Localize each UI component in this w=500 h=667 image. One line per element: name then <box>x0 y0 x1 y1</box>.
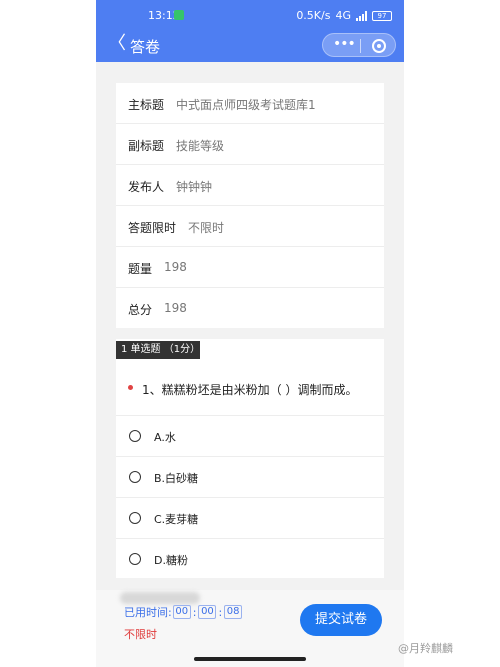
info-row-subtitle: 副标题 技能等级 <box>116 124 384 165</box>
info-label: 发布人 <box>128 180 165 194</box>
info-label: 副标题 <box>128 139 165 153</box>
info-value: 钟钟钟 <box>176 180 213 194</box>
info-value: 不限时 <box>188 221 225 235</box>
option-d[interactable]: D.糖粉 <box>116 539 384 580</box>
radio-icon[interactable] <box>129 512 141 524</box>
elapsed-label: 已用时间: <box>124 606 172 619</box>
network-speed: 0.5K/s <box>296 9 331 22</box>
elapsed-seconds: 08 <box>224 605 243 619</box>
info-row-publisher: 发布人 钟钟钟 <box>116 165 384 206</box>
info-label: 答题限时 <box>128 221 177 235</box>
watermark: @月羚麒麟 <box>398 642 453 655</box>
left-blank <box>0 0 96 667</box>
info-value: 技能等级 <box>176 139 225 153</box>
info-label: 题量 <box>128 262 153 276</box>
nav-bar: 〈 答卷 ••• <box>96 30 404 60</box>
info-label: 主标题 <box>128 98 165 112</box>
info-row-title: 主标题 中式面点师四级考试题库1 <box>116 83 384 124</box>
time-limit: 不限时 <box>124 628 157 641</box>
option-a[interactable]: A.水 <box>116 416 384 457</box>
blurred-content <box>120 592 200 604</box>
battery-icon: 97 <box>372 10 392 21</box>
close-target-icon[interactable] <box>372 39 386 53</box>
info-row-time-limit: 答题限时 不限时 <box>116 206 384 247</box>
option-label: D.糖粉 <box>154 554 188 567</box>
page-title: 答卷 <box>130 38 161 56</box>
phone-screen: 13:12 0.5K/s 4G 97 〈 答卷 ••• 主标题 中式面点师四级考… <box>96 0 404 667</box>
question-card: 1 单选题 （1分） 1、糕糕粉坯是由米粉加（ ）调制而成。 A.水 B.白砂糖… <box>116 339 384 578</box>
option-label: A.水 <box>154 431 176 444</box>
info-row-count: 题量 198 <box>116 247 384 288</box>
radio-icon[interactable] <box>129 430 141 442</box>
header: 13:12 0.5K/s 4G 97 〈 答卷 ••• <box>96 0 404 62</box>
time-colon: : <box>218 605 223 619</box>
option-label: B.白砂糖 <box>154 472 199 485</box>
info-value: 198 <box>164 301 187 315</box>
more-icon[interactable]: ••• <box>333 36 356 52</box>
capsule-divider <box>360 39 361 53</box>
info-value: 198 <box>164 260 187 274</box>
question-stem: 1、糕糕粉坯是由米粉加（ ）调制而成。 <box>142 383 358 397</box>
bottom-bar: 已用时间: 00:00:08 不限时 提交试卷 <box>96 590 404 667</box>
home-indicator[interactable] <box>194 657 306 661</box>
info-value: 中式面点师四级考试题库1 <box>176 98 316 112</box>
info-label: 总分 <box>128 303 153 317</box>
back-icon[interactable]: 〈 <box>108 34 126 54</box>
elapsed-time: 已用时间: 00:00:08 <box>124 604 243 620</box>
status-right: 0.5K/s 4G 97 <box>296 9 392 22</box>
miniprogram-capsule: ••• <box>322 33 396 57</box>
submit-button[interactable]: 提交试卷 <box>300 604 382 636</box>
info-row-score: 总分 198 <box>116 288 384 329</box>
network-type: 4G <box>335 9 351 22</box>
signal-icon <box>356 10 367 21</box>
elapsed-minutes: 00 <box>198 605 217 619</box>
notification-icon <box>174 10 184 20</box>
elapsed-hours: 00 <box>172 605 191 619</box>
status-bar: 13:12 0.5K/s 4G 97 <box>96 6 404 26</box>
option-c[interactable]: C.麦芽糖 <box>116 498 384 539</box>
option-b[interactable]: B.白砂糖 <box>116 457 384 498</box>
right-blank <box>404 0 500 667</box>
radio-icon[interactable] <box>129 471 141 483</box>
question-text: 1、糕糕粉坯是由米粉加（ ）调制而成。 <box>128 381 357 398</box>
option-label: C.麦芽糖 <box>154 513 199 526</box>
exam-info-card: 主标题 中式面点师四级考试题库1 副标题 技能等级 发布人 钟钟钟 答题限时 不… <box>116 83 384 328</box>
radio-icon[interactable] <box>129 553 141 565</box>
time-colon: : <box>192 605 197 619</box>
question-type-tag: 1 单选题 （1分） <box>116 341 200 359</box>
